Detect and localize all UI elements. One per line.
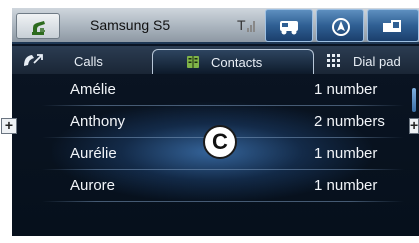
contact-number-count: 1 number [314,145,378,162]
contact-number-count: 1 number [314,81,378,98]
media-button[interactable] [367,9,419,42]
contact-name: Aurore [70,177,116,194]
callout-marker: C [203,125,237,159]
call-log-icon [24,54,43,66]
media-icon [383,20,401,32]
list-item[interactable]: Amélie 1 number [12,74,407,106]
vehicle-phone-button[interactable] [265,9,313,42]
phone-handset-icon [32,21,45,35]
tab-calls[interactable]: Calls [12,49,162,74]
screen-frame: Samsung S5 T Calls Contacts Dial pad Amé… [0,0,419,243]
multimedia-screen: Samsung S5 T Calls Contacts Dial pad Amé… [12,8,419,236]
list-item[interactable]: Aurore 1 number [12,170,407,202]
tab-contacts[interactable]: Contacts [152,49,314,74]
tab-bar: Calls Contacts Dial pad [12,46,419,74]
divider [42,201,404,202]
expand-right-button[interactable]: + [409,118,419,134]
signal-strength-icon: T [237,17,255,33]
dialpad-icon [327,54,340,67]
vehicle-phone-icon [280,21,298,35]
contact-number-count: 1 number [314,177,378,194]
status-bar: Samsung S5 T [12,8,419,44]
svg-text:T: T [237,17,246,33]
contact-number-count: 2 numbers [314,113,385,130]
contact-name: Anthony [70,113,126,130]
scrollbar[interactable] [412,88,416,112]
contacts-book-icon [187,56,199,68]
tab-label: Calls [74,54,103,69]
contact-name: Amélie [70,81,116,98]
tab-label: Contacts [211,55,263,70]
device-name: Samsung S5 [90,17,171,33]
navigation-icon [332,18,350,36]
contact-name: Aurélie [70,145,117,162]
expand-left-button[interactable]: + [1,118,17,134]
phone-home-button[interactable] [16,13,60,39]
navigation-button[interactable] [316,9,364,42]
tab-label: Dial pad [353,54,401,69]
tab-dial-pad[interactable]: Dial pad [312,49,419,74]
